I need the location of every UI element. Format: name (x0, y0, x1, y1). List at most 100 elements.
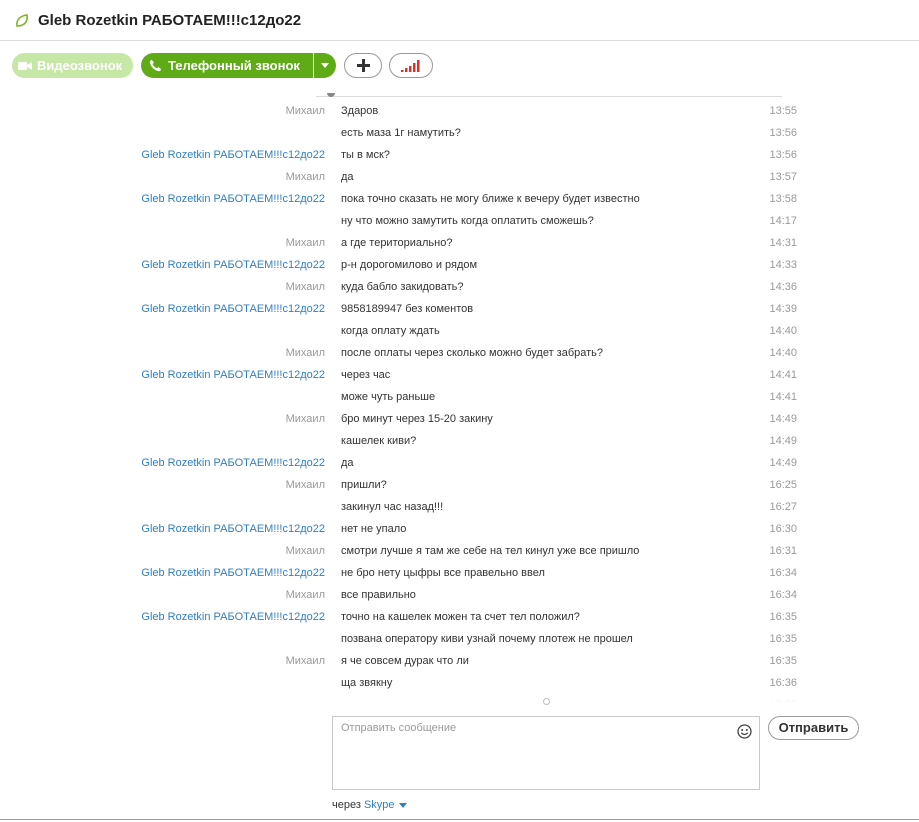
message-sender[interactable]: Gleb Rozetkin РАБОТАЕМ!!!с12до22 (141, 254, 325, 276)
message-text: после оплаты через сколько можно будет з… (341, 347, 604, 359)
message-row: Михаил бро минут через 15-20 закину 14:49 (0, 408, 919, 430)
message-sender[interactable]: Gleb Rozetkin РАБОТАЕМ!!!с12до22 (141, 518, 325, 540)
plus-icon (356, 59, 370, 72)
video-camera-icon (18, 61, 32, 70)
message-timestamp: 14:33 (769, 259, 797, 271)
message-sender[interactable]: Gleb Rozetkin РАБОТАЕМ!!!с12до22 (141, 188, 325, 210)
resize-handle[interactable] (543, 698, 550, 705)
message-sender[interactable]: Gleb Rozetkin РАБОТАЕМ!!!с12до22 (141, 144, 325, 166)
message-timestamp: 14:36 (769, 281, 797, 293)
message-row: Михаил а где териториально? 14:31 (0, 232, 919, 254)
add-participant-button[interactable] (344, 53, 382, 78)
message-sender[interactable]: Михаил (286, 474, 325, 496)
message-timestamp: 16:27 (769, 501, 797, 513)
online-status-icon (16, 14, 28, 27)
message-text: пока точно сказать не могу ближе к вечер… (341, 193, 640, 205)
chevron-down-icon (321, 63, 329, 68)
history-divider (316, 96, 782, 97)
message-text: позвана оператору киви узнай почему плот… (341, 633, 633, 645)
phone-call-button[interactable]: Телефонный звонок (141, 53, 313, 78)
message-row: може чуть раньше 14:41 (0, 386, 919, 408)
message-timestamp: 14:49 (769, 435, 797, 447)
via-label: через (332, 799, 361, 811)
message-text: есть маза 1г намутить? (341, 127, 461, 139)
message-text: куда бабло закидовать? (341, 281, 464, 293)
message-text: може чуть раньше (341, 391, 436, 403)
message-timestamp: 14:41 (769, 369, 797, 381)
message-text: да (341, 171, 354, 183)
message-row: Gleb Rozetkin РАБОТАЕМ!!!с12до22 р-н доро… (0, 254, 919, 276)
message-text: да (341, 457, 354, 469)
message-row: Михаил все правильно 16:34 (0, 584, 919, 606)
message-timestamp: 13:56 (769, 127, 797, 139)
message-sender[interactable]: Gleb Rozetkin РАБОТАЕМ!!!с12до22 (141, 562, 325, 584)
message-row: позвана оператору киви узнай почему плот… (0, 628, 919, 650)
message-input[interactable] (333, 717, 759, 789)
message-row: Gleb Rozetkin РАБОТАЕМ!!!с12до22 да 14:49 (0, 452, 919, 474)
emoticon-icon[interactable] (737, 724, 752, 739)
contact-name-title: Gleb Rozetkin РАБОТАЕМ!!!с12до22 (38, 12, 302, 29)
message-sender[interactable]: Михаил (286, 584, 325, 606)
via-service-label: Skype (363, 799, 395, 811)
message-row: Михаил пришли? 16:25 (0, 474, 919, 496)
message-sender[interactable]: Gleb Rozetkin РАБОТАЕМ!!!с12до22 (141, 298, 325, 320)
message-sender[interactable]: Gleb Rozetkin РАБОТАЕМ!!!с12до22 (141, 452, 325, 474)
message-timestamp: 16:31 (769, 545, 797, 557)
message-text: ты в мск? (341, 149, 390, 161)
message-row: ну что можно замутить когда оплатить смо… (0, 210, 919, 232)
message-timestamp: 13:58 (769, 193, 797, 205)
message-timestamp: 13:57 (769, 171, 797, 183)
message-timestamp: 16:35 (769, 655, 797, 667)
message-text: Здаров (341, 105, 379, 117)
message-timestamp: 14:39 (769, 303, 797, 315)
message-row: Gleb Rozetkin РАБОТАЕМ!!!с12до22 через ча… (0, 364, 919, 386)
message-timestamp: 16:30 (769, 523, 797, 535)
call-quality-button[interactable] (389, 53, 433, 78)
message-timestamp: 14:40 (769, 325, 797, 337)
window-bottom-border (0, 819, 919, 820)
message-text: пришли? (341, 479, 387, 491)
message-text: 9858189947 без коментов (341, 303, 474, 315)
message-sender[interactable]: Михаил (286, 540, 325, 562)
message-sender[interactable]: Михаил (286, 276, 325, 298)
message-timestamp: 14:31 (769, 237, 797, 249)
message-row: Михаил я че совсем дурак что ли 16:35 (0, 650, 919, 672)
message-sender[interactable]: Михаил (286, 342, 325, 364)
message-row: Михаил Здаров 13:55 (0, 100, 919, 122)
phone-call-label: Телефонный звонок (168, 58, 300, 73)
message-timestamp: 16:35 (769, 611, 797, 623)
send-via: через Skype (332, 799, 407, 811)
message-text: точно на кашелек можен та счет тел полож… (341, 611, 580, 623)
send-button[interactable]: Отправить (768, 716, 859, 740)
via-service-selector[interactable]: Skype (364, 799, 407, 811)
message-row: Gleb Rozetkin РАБОТАЕМ!!!с12до22 нет не у… (0, 518, 919, 540)
message-timestamp: 13:55 (769, 105, 797, 117)
message-sender[interactable]: Михаил (286, 650, 325, 672)
message-sender[interactable]: Михаил (286, 100, 325, 122)
conversation-history[interactable]: Михаил Здаров 13:55 есть маза 1г намутить? 1… (0, 89, 919, 707)
message-row: есть маза 1г намутить? 13:56 (0, 122, 919, 144)
message-sender[interactable]: Михаил (286, 408, 325, 430)
signal-bars-icon (401, 59, 420, 72)
message-text: ну что можно замутить когда оплатить смо… (341, 215, 594, 227)
message-text: я че совсем дурак что ли (341, 655, 469, 667)
message-timestamp: 14:49 (769, 457, 797, 469)
message-row: Михаил да 13:57 (0, 166, 919, 188)
message-sender[interactable]: Gleb Rozetkin РАБОТАЕМ!!!с12до22 (141, 606, 325, 628)
call-toolbar: Видеозвонок Телефонный звонок (0, 41, 919, 89)
phone-icon (149, 59, 162, 72)
chat-header: Gleb Rozetkin РАБОТАЕМ!!!с12до22 (0, 0, 919, 41)
video-call-button[interactable]: Видеозвонок (12, 53, 133, 78)
message-row: Gleb Rozetkin РАБОТАЕМ!!!с12до22 ты в мск… (0, 144, 919, 166)
message-sender[interactable]: Михаил (286, 166, 325, 188)
message-text: через час (341, 369, 391, 381)
message-timestamp: 16:35 (769, 633, 797, 645)
message-row: Gleb Rozetkin РАБОТАЕМ!!!с12до22 98581899… (0, 298, 919, 320)
scroll-fade (0, 689, 919, 707)
message-sender[interactable]: Михаил (286, 232, 325, 254)
message-row: Михаил куда бабло закидовать? 14:36 (0, 276, 919, 298)
call-options-dropdown[interactable] (314, 53, 336, 78)
message-sender[interactable]: Gleb Rozetkin РАБОТАЕМ!!!с12до22 (141, 364, 325, 386)
message-text: а где териториально? (341, 237, 453, 249)
message-row: кашелек киви? 14:49 (0, 430, 919, 452)
